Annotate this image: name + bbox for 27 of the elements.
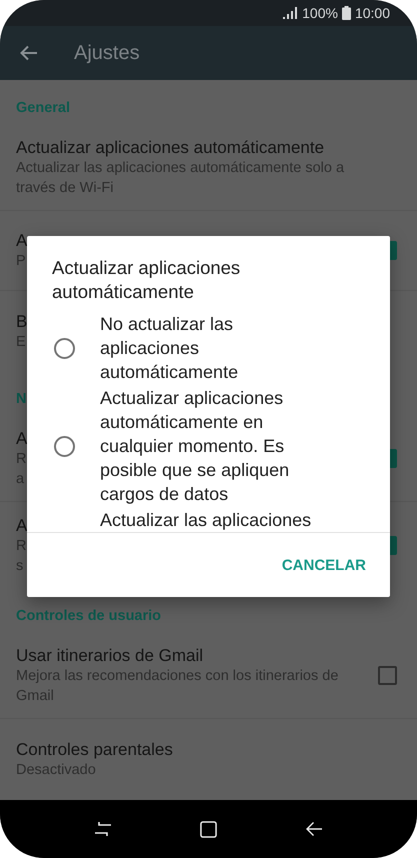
setting-title[interactable]: A (16, 229, 28, 252)
radio-button[interactable] (54, 338, 75, 358)
recents-icon[interactable] (94, 821, 111, 837)
back-icon[interactable] (306, 821, 322, 837)
option-label[interactable]: Actualizar las aplicaciones (100, 508, 325, 532)
checkbox[interactable] (378, 666, 397, 684)
section-header: General (16, 100, 70, 116)
radio-button[interactable] (54, 436, 75, 456)
option-label[interactable]: Actualizar aplicaciones automáticamente en cualquier momento. Es posible que se apliquen cargos de datos (100, 386, 325, 506)
option-label[interactable]: No actualizar las aplicaciones automáticamente (100, 312, 325, 384)
section-header: Controles de usuario (16, 608, 162, 624)
battery-percent: 100% (302, 5, 338, 21)
section-header: N (16, 391, 26, 407)
setting-title[interactable]: A (16, 514, 28, 537)
setting-title[interactable]: Actualizar aplicaciones automáticamente (16, 136, 324, 159)
home-icon[interactable] (200, 820, 217, 838)
setting-title[interactable]: Usar itinerarios de Gmail (16, 644, 204, 667)
clock: 10:00 (354, 5, 390, 21)
setting-title[interactable]: B (16, 310, 28, 333)
battery-icon (342, 6, 351, 20)
setting-title[interactable]: Controles parentales (16, 738, 173, 761)
cancel-button[interactable]: CANCELAR (274, 548, 374, 582)
back-arrow-icon[interactable] (20, 45, 38, 61)
dialog-title: Actualizar aplicaciones automáticamente (51, 256, 242, 304)
toolbar-title: Ajustes (74, 42, 140, 64)
signal-icon (283, 7, 298, 19)
setting-title[interactable]: A (16, 427, 28, 450)
